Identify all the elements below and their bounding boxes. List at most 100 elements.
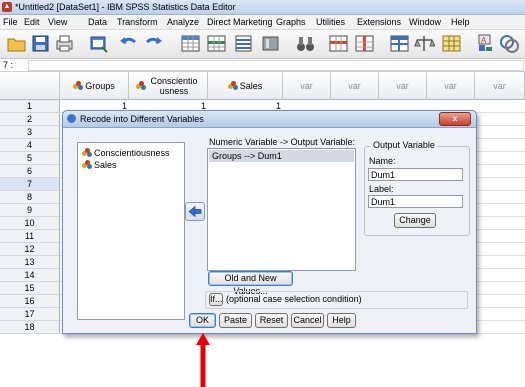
if-condition-panel: If... (optional case selection condition… bbox=[205, 291, 468, 309]
if-button[interactable]: If... bbox=[209, 293, 223, 306]
toolbar: A bbox=[0, 30, 525, 59]
column-header-var[interactable]: var bbox=[427, 72, 475, 100]
insert-cases-icon[interactable] bbox=[328, 33, 349, 54]
menu-data[interactable]: Data bbox=[88, 17, 107, 28]
column-header-var[interactable]: var bbox=[283, 72, 331, 100]
row-number[interactable]: 13 bbox=[0, 256, 60, 269]
variables-icon[interactable] bbox=[233, 33, 254, 54]
paste-button[interactable]: Paste bbox=[219, 313, 252, 328]
weight-cases-icon[interactable] bbox=[414, 33, 435, 54]
name-label: Name: bbox=[369, 156, 396, 166]
mapping-list-label: Numeric Variable -> Output Variable: bbox=[209, 137, 355, 147]
go-to-case-icon[interactable] bbox=[180, 33, 201, 54]
binoculars-icon[interactable] bbox=[295, 33, 316, 54]
menu-bar: File Edit View Data Transform Analyze Di… bbox=[0, 15, 525, 30]
split-file-icon[interactable] bbox=[389, 33, 410, 54]
row-number[interactable]: 5 bbox=[0, 152, 60, 165]
menu-help[interactable]: Help bbox=[451, 17, 470, 28]
label-label: Label: bbox=[369, 184, 394, 194]
nominal-variable-icon bbox=[227, 81, 238, 90]
numeric-output-variable-list[interactable]: Groups --> Dum1 bbox=[207, 148, 356, 271]
menu-transform[interactable]: Transform bbox=[117, 17, 158, 28]
row-number[interactable]: 6 bbox=[0, 165, 60, 178]
row-number[interactable]: 2 bbox=[0, 113, 60, 126]
spss-app-icon: ▲ bbox=[2, 2, 12, 12]
dialog-title: Recode into Different Variables bbox=[80, 114, 204, 124]
row-number[interactable]: 4 bbox=[0, 139, 60, 152]
output-label-field[interactable]: Dum1 bbox=[368, 195, 463, 208]
cancel-button[interactable]: Cancel bbox=[291, 313, 324, 328]
change-button[interactable]: Change bbox=[394, 213, 436, 228]
nominal-variable-icon bbox=[73, 81, 84, 90]
insert-variable-icon[interactable] bbox=[354, 33, 375, 54]
menu-extensions[interactable]: Extensions bbox=[357, 17, 401, 28]
menu-utilities[interactable]: Utilities bbox=[316, 17, 345, 28]
select-cases-icon[interactable] bbox=[441, 33, 462, 54]
menu-view[interactable]: View bbox=[48, 17, 67, 28]
row-number[interactable]: 14 bbox=[0, 269, 60, 282]
move-variable-button[interactable] bbox=[185, 202, 205, 221]
value-labels-icon[interactable]: A bbox=[476, 33, 497, 54]
row-number[interactable]: 12 bbox=[0, 243, 60, 256]
row-number[interactable]: 3 bbox=[0, 126, 60, 139]
menu-analyze[interactable]: Analyze bbox=[167, 17, 199, 28]
row-number[interactable]: 11 bbox=[0, 230, 60, 243]
dialog-title-bar[interactable]: Recode into Different Variables x bbox=[63, 111, 476, 128]
row-number[interactable]: 15 bbox=[0, 282, 60, 295]
column-header-var[interactable]: var bbox=[475, 72, 525, 100]
cell-editor-field[interactable] bbox=[28, 60, 524, 71]
menu-file[interactable]: File bbox=[3, 17, 18, 28]
recall-dialog-icon[interactable] bbox=[88, 33, 109, 54]
column-header-var[interactable]: var bbox=[379, 72, 427, 100]
ok-button[interactable]: OK bbox=[189, 313, 216, 328]
recode-dialog: Recode into Different Variables x Consci… bbox=[62, 110, 477, 334]
row-number[interactable]: 10 bbox=[0, 217, 60, 230]
list-item-conscientiousness[interactable]: Conscientiousness bbox=[82, 148, 170, 159]
list-item-sales[interactable]: Sales bbox=[82, 160, 117, 171]
menu-window[interactable]: Window bbox=[409, 17, 441, 28]
output-variable-group-label: Output Variable bbox=[371, 140, 437, 151]
row-number[interactable]: 8 bbox=[0, 191, 60, 204]
close-button[interactable]: x bbox=[439, 112, 471, 126]
save-icon[interactable] bbox=[30, 33, 51, 54]
window-title: *Untitled2 [DataSet1] - IBM SPSS Statist… bbox=[15, 2, 236, 12]
output-name-field[interactable]: Dum1 bbox=[368, 168, 463, 181]
cell-reference: 7 : bbox=[3, 60, 14, 70]
row-number[interactable]: 17 bbox=[0, 308, 60, 321]
go-to-variable-icon[interactable] bbox=[206, 33, 227, 54]
row-number[interactable]: 18 bbox=[0, 321, 60, 334]
menu-graphs[interactable]: Graphs bbox=[276, 17, 306, 28]
use-sets-icon[interactable] bbox=[499, 33, 520, 54]
column-header-conscientiousness[interactable]: Conscientiousness bbox=[129, 72, 208, 100]
red-pointer-arrow-icon bbox=[196, 333, 210, 387]
nominal-variable-icon bbox=[82, 160, 92, 169]
row-number[interactable]: 9 bbox=[0, 204, 60, 217]
row-number[interactable]: 1 bbox=[0, 100, 60, 113]
arrow-left-icon bbox=[188, 205, 202, 218]
output-variable-group: Output Variable Name: Dum1 Label: Dum1 C… bbox=[364, 140, 470, 236]
find-icon[interactable] bbox=[260, 33, 281, 54]
reset-button[interactable]: Reset bbox=[255, 313, 288, 328]
row-number[interactable]: 16 bbox=[0, 295, 60, 308]
cell-reference-bar: 7 : bbox=[0, 59, 525, 72]
help-button[interactable]: Help bbox=[327, 313, 356, 328]
column-header-var[interactable]: var bbox=[331, 72, 379, 100]
row-number[interactable]: 7 bbox=[0, 178, 60, 191]
undo-icon[interactable] bbox=[118, 33, 139, 54]
menu-edit[interactable]: Edit bbox=[24, 17, 40, 28]
nominal-variable-icon bbox=[136, 81, 146, 90]
window-title-bar: ▲ *Untitled2 [DataSet1] - IBM SPSS Stati… bbox=[0, 0, 525, 15]
column-header-groups[interactable]: Groups bbox=[60, 72, 129, 100]
menu-direct-marketing[interactable]: Direct Marketing bbox=[207, 17, 273, 28]
nominal-variable-icon bbox=[82, 148, 92, 157]
list-item-selected[interactable]: Groups --> Dum1 bbox=[209, 150, 354, 162]
column-header-sales[interactable]: Sales bbox=[208, 72, 283, 100]
grid-corner bbox=[0, 72, 60, 100]
svg-text:A: A bbox=[481, 36, 487, 45]
open-file-icon[interactable] bbox=[6, 33, 27, 54]
redo-icon[interactable] bbox=[143, 33, 164, 54]
print-icon[interactable] bbox=[54, 33, 75, 54]
old-and-new-values-button[interactable]: Old and New Values... bbox=[208, 271, 293, 296]
source-variable-list[interactable]: Conscientiousness Sales bbox=[77, 142, 185, 320]
if-hint: (optional case selection condition) bbox=[226, 294, 362, 304]
